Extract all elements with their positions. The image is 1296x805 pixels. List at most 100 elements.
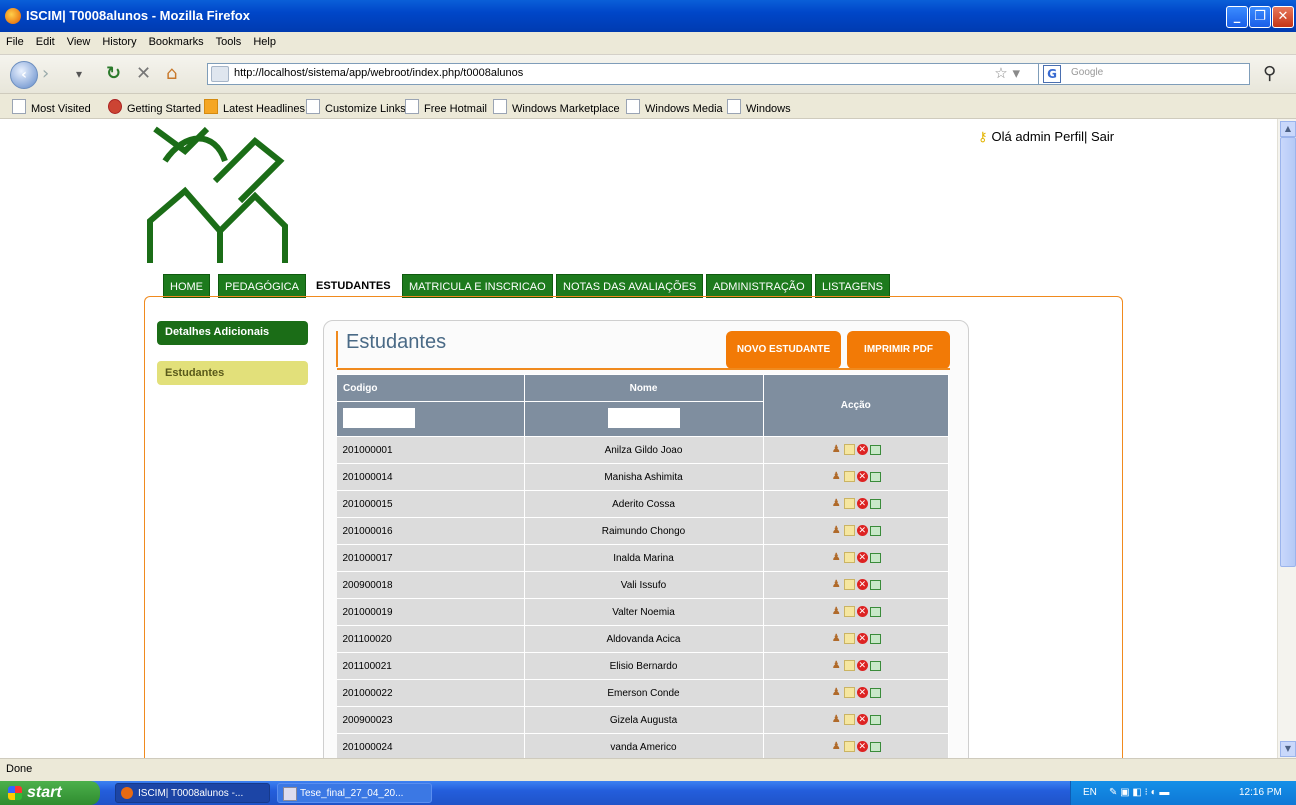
bookmark-star-icon[interactable]: ☆ ▾	[994, 64, 1020, 82]
delete-icon[interactable]: ✕	[856, 552, 868, 564]
delete-icon[interactable]: ✕	[856, 471, 868, 483]
name-filter-input[interactable]	[607, 407, 680, 428]
search-icon[interactable]: ⚲	[1263, 65, 1276, 83]
print-icon[interactable]	[869, 660, 881, 671]
site-identity-icon[interactable]	[211, 66, 229, 82]
scroll-thumb[interactable]	[1280, 137, 1296, 567]
menu-edit[interactable]: Edit	[30, 32, 61, 48]
forward-icon[interactable]: ›	[42, 65, 49, 83]
bookmark-getting-started[interactable]: Getting Started	[108, 99, 201, 115]
scroll-up-arrow[interactable]: ▲	[1280, 121, 1296, 137]
edit-icon[interactable]	[843, 714, 855, 726]
tab-pedagogica[interactable]: PEDAGÓGICA	[218, 274, 306, 298]
view-user-icon[interactable]: ♟	[831, 714, 842, 725]
print-icon[interactable]	[869, 552, 881, 563]
delete-icon[interactable]: ✕	[856, 714, 868, 726]
maximize-button[interactable]: ❐	[1249, 6, 1271, 28]
delete-icon[interactable]: ✕	[856, 660, 868, 672]
view-user-icon[interactable]: ♟	[831, 444, 842, 455]
view-user-icon[interactable]: ♟	[831, 687, 842, 698]
edit-icon[interactable]	[843, 579, 855, 591]
delete-icon[interactable]: ✕	[856, 525, 868, 537]
print-icon[interactable]	[869, 606, 881, 617]
tab-listagens[interactable]: LISTAGENS	[815, 274, 890, 298]
view-user-icon[interactable]: ♟	[831, 606, 842, 617]
edit-icon[interactable]	[843, 741, 855, 753]
print-icon[interactable]	[869, 741, 881, 752]
start-button[interactable]: start	[0, 781, 100, 805]
print-pdf-button[interactable]: IMPRIMIR PDF	[847, 331, 950, 369]
minimize-button[interactable]: _	[1226, 6, 1248, 28]
column-header-code[interactable]: Codigo	[336, 374, 525, 402]
bookmark-windows[interactable]: Windows	[727, 99, 791, 115]
menu-view[interactable]: View	[61, 32, 97, 48]
print-icon[interactable]	[869, 471, 881, 482]
delete-icon[interactable]: ✕	[856, 741, 868, 753]
menu-file[interactable]: File	[0, 32, 30, 48]
bookmark-customize-links[interactable]: Customize Links	[306, 99, 406, 115]
bookmark-latest-headlines[interactable]: Latest Headlines	[204, 99, 305, 115]
user-greeting[interactable]: ⚷ Olá admin Perfil| Sair	[978, 129, 1114, 145]
print-icon[interactable]	[869, 579, 881, 590]
edit-icon[interactable]	[843, 687, 855, 699]
menu-history[interactable]: History	[96, 32, 142, 48]
edit-icon[interactable]	[843, 606, 855, 618]
print-icon[interactable]	[869, 687, 881, 698]
print-icon[interactable]	[869, 633, 881, 644]
view-user-icon[interactable]: ♟	[831, 633, 842, 644]
delete-icon[interactable]: ✕	[856, 606, 868, 618]
taskbar-item-firefox[interactable]: ISCIM| T0008alunos -...	[115, 783, 270, 803]
bookmark-windows-marketplace[interactable]: Windows Marketplace	[493, 99, 620, 115]
delete-icon[interactable]: ✕	[856, 579, 868, 591]
tray-icons[interactable]: ✎ ▣ ◧ ⁝ ◐ ▬	[1109, 787, 1169, 798]
edit-icon[interactable]	[843, 633, 855, 645]
delete-icon[interactable]: ✕	[856, 498, 868, 510]
close-button[interactable]: ✕	[1272, 6, 1294, 28]
tab-matricula-inscricao[interactable]: MATRICULA E INSCRICAO	[402, 274, 553, 298]
view-user-icon[interactable]: ♟	[831, 471, 842, 482]
print-icon[interactable]	[869, 714, 881, 725]
column-header-name[interactable]: Nome	[523, 374, 764, 402]
history-dropdown-icon[interactable]: ▾	[76, 65, 82, 83]
search-bar[interactable]: G Google	[1038, 63, 1250, 85]
view-user-icon[interactable]: ♟	[831, 498, 842, 509]
vertical-scrollbar[interactable]: ▲ ▼	[1277, 119, 1296, 758]
edit-icon[interactable]	[843, 444, 855, 456]
menu-tools[interactable]: Tools	[210, 32, 248, 48]
taskbar-item-document[interactable]: Tese_final_27_04_20...	[277, 783, 432, 803]
bookmark-windows-media[interactable]: Windows Media	[626, 99, 723, 115]
view-user-icon[interactable]: ♟	[831, 660, 842, 671]
bookmark-most-visited[interactable]: Most Visited	[12, 99, 91, 115]
delete-icon[interactable]: ✕	[856, 633, 868, 645]
tab-estudantes[interactable]: ESTUDANTES	[310, 274, 397, 298]
tab-home[interactable]: HOME	[163, 274, 210, 298]
delete-icon[interactable]: ✕	[856, 444, 868, 456]
sidebar-item-estudantes[interactable]: Estudantes	[157, 361, 308, 385]
clock[interactable]: 12:16 PM	[1239, 787, 1282, 798]
view-user-icon[interactable]: ♟	[831, 552, 842, 563]
url-text[interactable]: http://localhost/sistema/app/webroot/ind…	[234, 67, 523, 79]
view-user-icon[interactable]: ♟	[831, 579, 842, 590]
google-search-engine-icon[interactable]: G	[1043, 65, 1061, 83]
print-icon[interactable]	[869, 498, 881, 509]
tab-notas-avaliacoes[interactable]: NOTAS DAS AVALIAÇÕES	[556, 274, 704, 298]
code-filter-input[interactable]	[343, 407, 415, 428]
language-indicator[interactable]: EN	[1083, 787, 1097, 798]
edit-icon[interactable]	[843, 660, 855, 672]
reload-icon[interactable]: ↻	[106, 65, 121, 83]
bookmark-free-hotmail[interactable]: Free Hotmail	[405, 99, 487, 115]
print-icon[interactable]	[869, 525, 881, 536]
view-user-icon[interactable]: ♟	[831, 741, 842, 752]
edit-icon[interactable]	[843, 498, 855, 510]
url-bar[interactable]: http://localhost/sistema/app/webroot/ind…	[207, 63, 1039, 85]
edit-icon[interactable]	[843, 525, 855, 537]
new-student-button[interactable]: NOVO ESTUDANTE	[726, 331, 841, 369]
tab-administracao[interactable]: ADMINISTRAÇÃO	[706, 274, 812, 298]
menu-bookmarks[interactable]: Bookmarks	[143, 32, 210, 48]
scroll-down-arrow[interactable]: ▼	[1280, 741, 1296, 757]
delete-icon[interactable]: ✕	[856, 687, 868, 699]
view-user-icon[interactable]: ♟	[831, 525, 842, 536]
home-icon[interactable]: ⌂	[166, 65, 177, 83]
back-button[interactable]: ‹	[10, 61, 38, 89]
edit-icon[interactable]	[843, 552, 855, 564]
